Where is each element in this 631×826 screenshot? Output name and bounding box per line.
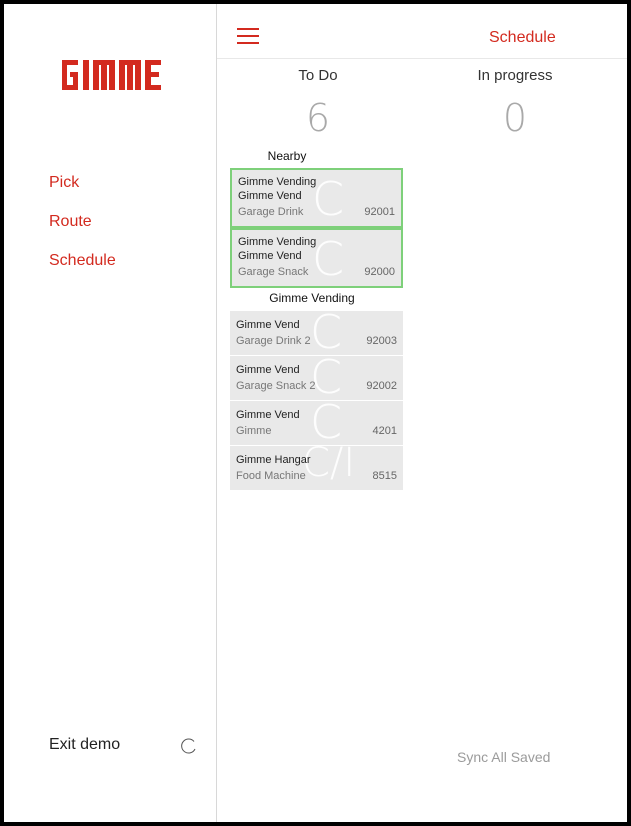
card-subtitle: Gimme Vend [238, 190, 302, 202]
section-nearby: Nearby [267, 149, 307, 163]
inprogress-count: 0 [502, 96, 528, 140]
card-title: Gimme Vend [236, 319, 300, 331]
card-title: Gimme Vend [236, 364, 300, 376]
sidebar-item-pick[interactable]: Pick [49, 172, 116, 211]
sidebar-item-schedule[interactable]: Schedule [49, 250, 116, 289]
sidebar-item-route[interactable]: Route [49, 211, 116, 250]
card-watermark: C [310, 311, 343, 355]
card-number: 92003 [366, 335, 397, 347]
card-watermark: C [312, 172, 345, 226]
card-title: Gimme Hangar [236, 454, 311, 466]
schedule-card[interactable]: C/I Gimme Hangar Food Machine 8515 [230, 446, 403, 490]
section-gimme-vending: Gimme Vending [269, 291, 355, 305]
app-screen: Pick Route Schedule Exit demo Schedule T… [4, 4, 627, 822]
gimme-logo [60, 50, 180, 100]
card-number: 8515 [372, 470, 397, 482]
card-number: 4201 [372, 425, 397, 437]
card-title: Gimme Vending [238, 176, 317, 188]
page-title: Schedule [489, 29, 556, 46]
inprogress-label: In progress [477, 67, 553, 84]
sync-status: Sync All Saved [457, 749, 551, 765]
exit-demo-button[interactable]: Exit demo [49, 736, 120, 754]
card-location: Garage Snack 2 [236, 380, 316, 392]
schedule-card[interactable]: C Gimme Vending Gimme Vend Garage Snack … [230, 228, 403, 288]
card-watermark: C/I [302, 446, 356, 486]
top-bar: Schedule [217, 4, 627, 59]
card-title: Gimme Vend [236, 409, 300, 421]
card-location: Gimme [236, 425, 272, 437]
card-number: 92002 [366, 380, 397, 392]
hamburger-menu-icon[interactable] [237, 28, 259, 44]
todo-count: 6 [305, 96, 331, 140]
card-location: Food Machine [236, 470, 306, 482]
card-watermark: C [312, 232, 345, 286]
card-watermark: C [310, 401, 343, 445]
sidebar: Pick Route Schedule Exit demo [4, 4, 217, 822]
refresh-icon[interactable] [180, 737, 198, 755]
schedule-card[interactable]: C Gimme Vend Garage Drink 2 92003 [230, 311, 403, 355]
schedule-card[interactable]: C Gimme Vend Garage Snack 2 92002 [230, 356, 403, 400]
card-watermark: C [310, 356, 343, 400]
schedule-card[interactable]: C Gimme Vend Gimme 4201 [230, 401, 403, 445]
card-subtitle: Gimme Vend [238, 250, 302, 262]
card-title: Gimme Vending [238, 236, 317, 248]
main-panel: Schedule To Do 6 In progress 0 Nearby C … [217, 4, 627, 822]
card-location: Garage Drink 2 [236, 335, 311, 347]
card-location: Garage Snack [238, 266, 309, 278]
card-number: 92000 [364, 266, 395, 278]
schedule-card[interactable]: C Gimme Vending Gimme Vend Garage Drink … [230, 168, 403, 228]
card-location: Garage Drink [238, 206, 304, 218]
todo-label: To Do [298, 67, 338, 84]
sidebar-nav: Pick Route Schedule [49, 172, 116, 289]
card-number: 92001 [364, 206, 395, 218]
